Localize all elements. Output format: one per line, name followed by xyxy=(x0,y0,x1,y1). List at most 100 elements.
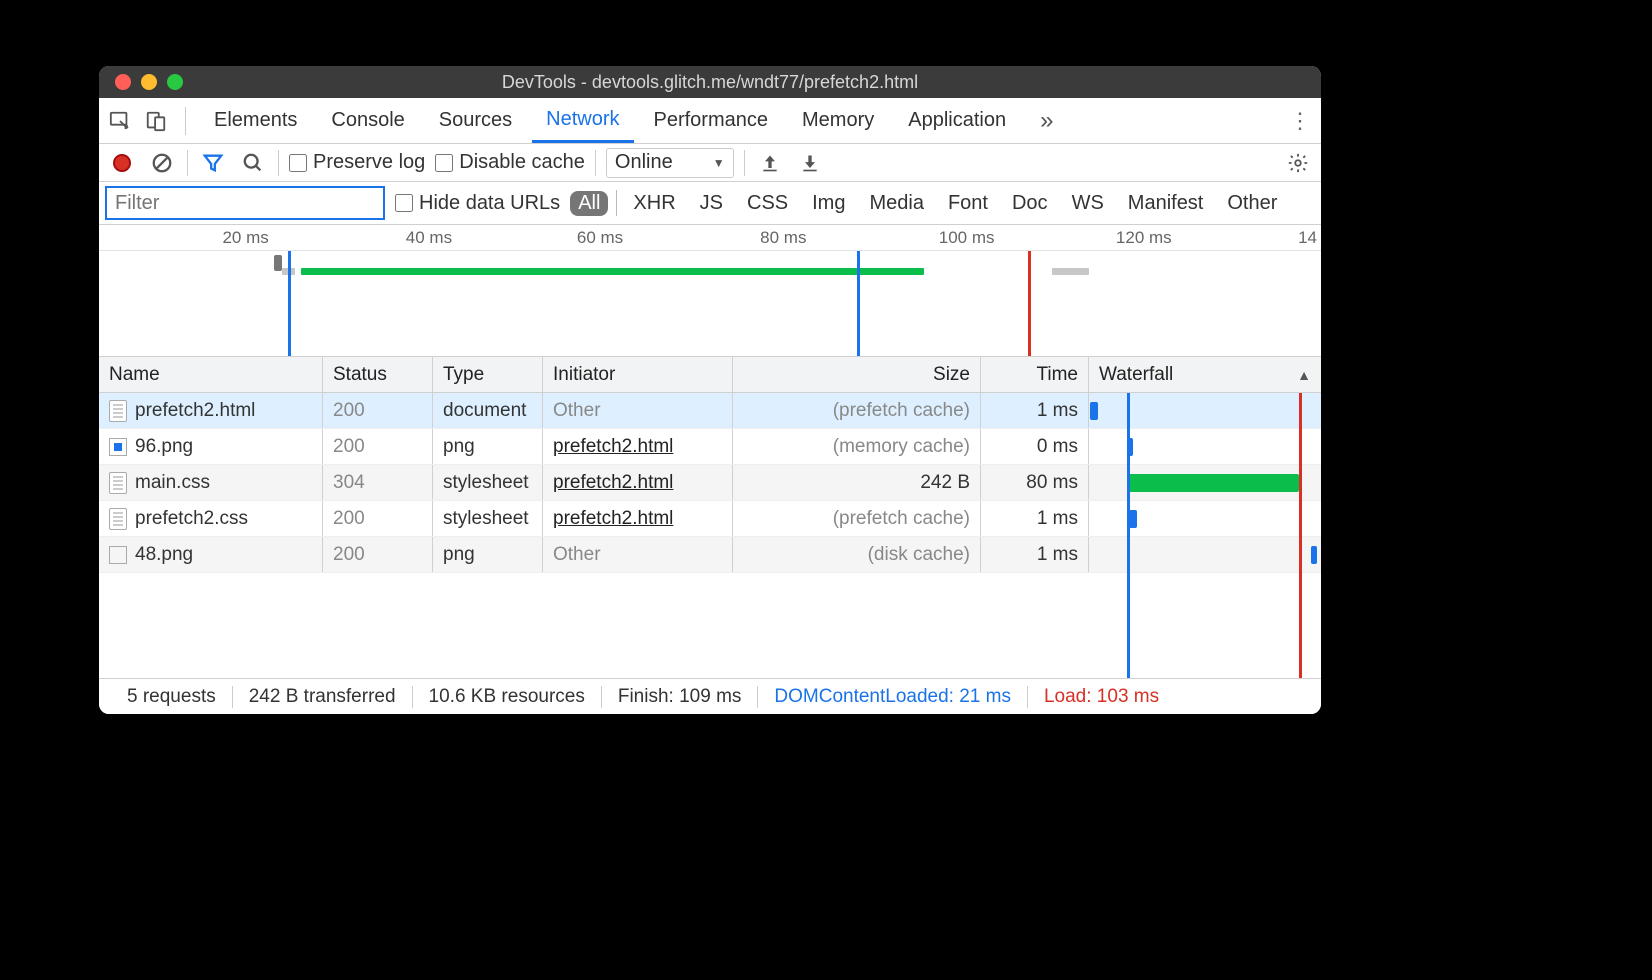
fullscreen-icon[interactable] xyxy=(167,74,183,90)
request-time: 1 ms xyxy=(981,393,1089,428)
device-toggle-icon[interactable] xyxy=(141,106,171,136)
filter-type-manifest[interactable]: Manifest xyxy=(1120,191,1212,216)
disable-cache-checkbox[interactable]: Disable cache xyxy=(435,151,585,174)
upload-har-icon[interactable] xyxy=(755,148,785,178)
status-requests: 5 requests xyxy=(111,686,233,708)
chevron-down-icon: ▼ xyxy=(713,156,725,170)
request-initiator[interactable]: prefetch2.html xyxy=(553,472,673,494)
tick-100: 100 ms xyxy=(939,228,995,248)
devtools-window: DevTools - devtools.glitch.me/wndt77/pre… xyxy=(99,66,1321,714)
clear-icon[interactable] xyxy=(147,148,177,178)
request-name: 96.png xyxy=(135,436,193,458)
request-initiator: Other xyxy=(553,544,601,566)
preserve-log-label: Preserve log xyxy=(313,151,425,174)
status-dcl: DOMContentLoaded: 21 ms xyxy=(758,686,1028,708)
request-type: png xyxy=(433,429,543,464)
file-icon xyxy=(109,472,127,494)
request-status: 200 xyxy=(323,501,433,536)
timeline-overview[interactable]: 20 ms 40 ms 60 ms 80 ms 100 ms 120 ms 14 xyxy=(99,225,1321,357)
network-toolbar: Preserve log Disable cache Online ▼ xyxy=(99,144,1321,182)
table-row[interactable]: 96.png200pngprefetch2.html(memory cache)… xyxy=(99,429,1321,465)
status-load: Load: 103 ms xyxy=(1028,686,1175,708)
filter-type-media[interactable]: Media xyxy=(861,191,931,216)
request-size: 242 B xyxy=(733,465,981,500)
tab-console[interactable]: Console xyxy=(317,98,418,143)
tick-80: 80 ms xyxy=(760,228,806,248)
request-initiator[interactable]: prefetch2.html xyxy=(553,436,673,458)
more-tabs-button[interactable]: » xyxy=(1026,98,1067,143)
request-initiator[interactable]: prefetch2.html xyxy=(553,508,673,530)
overview-load-line xyxy=(1028,251,1031,356)
request-size: (memory cache) xyxy=(733,429,981,464)
col-type[interactable]: Type xyxy=(433,357,543,392)
titlebar: DevTools - devtools.glitch.me/wndt77/pre… xyxy=(99,66,1321,98)
sort-asc-icon: ▲ xyxy=(1297,367,1311,383)
filter-input[interactable] xyxy=(105,186,385,220)
request-waterfall xyxy=(1089,501,1321,536)
gear-icon[interactable] xyxy=(1283,148,1313,178)
col-time[interactable]: Time xyxy=(981,357,1089,392)
request-size: (prefetch cache) xyxy=(733,393,981,428)
tab-application[interactable]: Application xyxy=(894,98,1020,143)
request-waterfall xyxy=(1089,537,1321,572)
filter-type-doc[interactable]: Doc xyxy=(1004,191,1056,216)
filter-bar: Hide data URLs All XHR JS CSS Img Media Font Do… xyxy=(99,182,1321,225)
filter-type-all[interactable]: All xyxy=(570,191,608,216)
request-waterfall xyxy=(1089,465,1321,500)
tick-60: 60 ms xyxy=(577,228,623,248)
request-type: png xyxy=(433,537,543,572)
record-button[interactable] xyxy=(107,148,137,178)
filter-type-ws[interactable]: WS xyxy=(1064,191,1112,216)
close-icon[interactable] xyxy=(115,74,131,90)
overview-dcl-line xyxy=(288,251,291,356)
filter-type-js[interactable]: JS xyxy=(692,191,731,216)
image-icon xyxy=(109,546,127,564)
image-icon xyxy=(109,438,127,456)
tab-network[interactable]: Network xyxy=(532,98,633,143)
request-table: Name Status Type Initiator Size Time Wat… xyxy=(99,357,1321,678)
request-initiator: Other xyxy=(553,400,601,422)
file-icon xyxy=(109,508,127,530)
col-name[interactable]: Name xyxy=(99,357,323,392)
filter-type-img[interactable]: Img xyxy=(804,191,853,216)
preserve-log-checkbox[interactable]: Preserve log xyxy=(289,151,425,174)
col-size[interactable]: Size xyxy=(733,357,981,392)
request-waterfall xyxy=(1089,429,1321,464)
traffic-lights xyxy=(99,74,183,90)
request-time: 0 ms xyxy=(981,429,1089,464)
table-row[interactable]: main.css304stylesheetprefetch2.html242 B… xyxy=(99,465,1321,501)
col-waterfall[interactable]: Waterfall▲ xyxy=(1089,357,1321,392)
request-size: (disk cache) xyxy=(733,537,981,572)
throttling-select[interactable]: Online ▼ xyxy=(606,148,734,178)
tab-performance[interactable]: Performance xyxy=(640,98,783,143)
filter-type-xhr[interactable]: XHR xyxy=(625,191,683,216)
tab-sources[interactable]: Sources xyxy=(425,98,526,143)
request-time: 80 ms xyxy=(981,465,1089,500)
kebab-menu-icon[interactable]: ⋮ xyxy=(1285,108,1315,134)
table-row[interactable]: prefetch2.html200documentOther(prefetch … xyxy=(99,393,1321,429)
filter-icon[interactable] xyxy=(198,148,228,178)
request-waterfall xyxy=(1089,393,1321,428)
status-transferred: 242 B transferred xyxy=(233,686,413,708)
request-type: stylesheet xyxy=(433,465,543,500)
table-row[interactable]: prefetch2.css200stylesheetprefetch2.html… xyxy=(99,501,1321,537)
filter-type-font[interactable]: Font xyxy=(940,191,996,216)
tick-120: 120 ms xyxy=(1116,228,1172,248)
filter-type-other[interactable]: Other xyxy=(1219,191,1285,216)
table-row[interactable]: 48.png200pngOther(disk cache)1 ms xyxy=(99,537,1321,573)
filter-type-css[interactable]: CSS xyxy=(739,191,796,216)
download-har-icon[interactable] xyxy=(795,148,825,178)
col-status[interactable]: Status xyxy=(323,357,433,392)
status-finish: Finish: 109 ms xyxy=(602,686,759,708)
tab-memory[interactable]: Memory xyxy=(788,98,888,143)
overview-blue-line xyxy=(857,251,860,356)
search-icon[interactable] xyxy=(238,148,268,178)
request-status: 200 xyxy=(323,537,433,572)
inspect-icon[interactable] xyxy=(105,106,135,136)
col-initiator[interactable]: Initiator xyxy=(543,357,733,392)
tab-elements[interactable]: Elements xyxy=(200,98,311,143)
range-handle-left[interactable] xyxy=(274,255,282,271)
minimize-icon[interactable] xyxy=(141,74,157,90)
request-time: 1 ms xyxy=(981,537,1089,572)
hide-data-urls-checkbox[interactable]: Hide data URLs xyxy=(395,192,560,215)
